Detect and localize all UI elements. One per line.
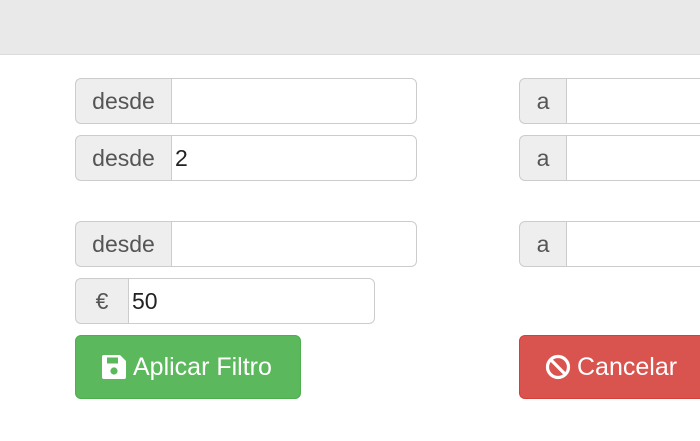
- range-filter-2-to: a: [519, 135, 700, 181]
- to-label: a: [519, 221, 566, 267]
- range-filter-1-from: desde: [75, 78, 417, 124]
- apply-filter-button[interactable]: Aplicar Filtro: [75, 335, 301, 399]
- range-filter-2-from: desde 2: [75, 135, 417, 181]
- to-input-3[interactable]: [566, 221, 700, 267]
- floppy-disk-icon: [101, 354, 127, 380]
- from-label: desde: [75, 78, 171, 124]
- cancel-button[interactable]: Cancelar: [519, 335, 700, 399]
- ban-icon: [545, 354, 571, 380]
- currency-label: €: [75, 278, 128, 324]
- from-input-1[interactable]: [171, 78, 417, 124]
- price-filter: € 50: [75, 278, 375, 324]
- range-filter-3-from: desde: [75, 221, 417, 267]
- top-bar: [0, 0, 700, 55]
- to-input-2[interactable]: [566, 135, 700, 181]
- apply-filter-label: Aplicar Filtro: [133, 352, 272, 381]
- range-filter-1-to: a: [519, 78, 700, 124]
- cancel-label: Cancelar: [577, 352, 678, 381]
- to-input-1[interactable]: [566, 78, 700, 124]
- price-input[interactable]: 50: [128, 278, 375, 324]
- from-input-2[interactable]: 2: [171, 135, 417, 181]
- from-input-3[interactable]: [171, 221, 417, 267]
- from-label: desde: [75, 135, 171, 181]
- from-label: desde: [75, 221, 171, 267]
- range-filter-3-to: a: [519, 221, 700, 267]
- to-label: a: [519, 135, 566, 181]
- to-label: a: [519, 78, 566, 124]
